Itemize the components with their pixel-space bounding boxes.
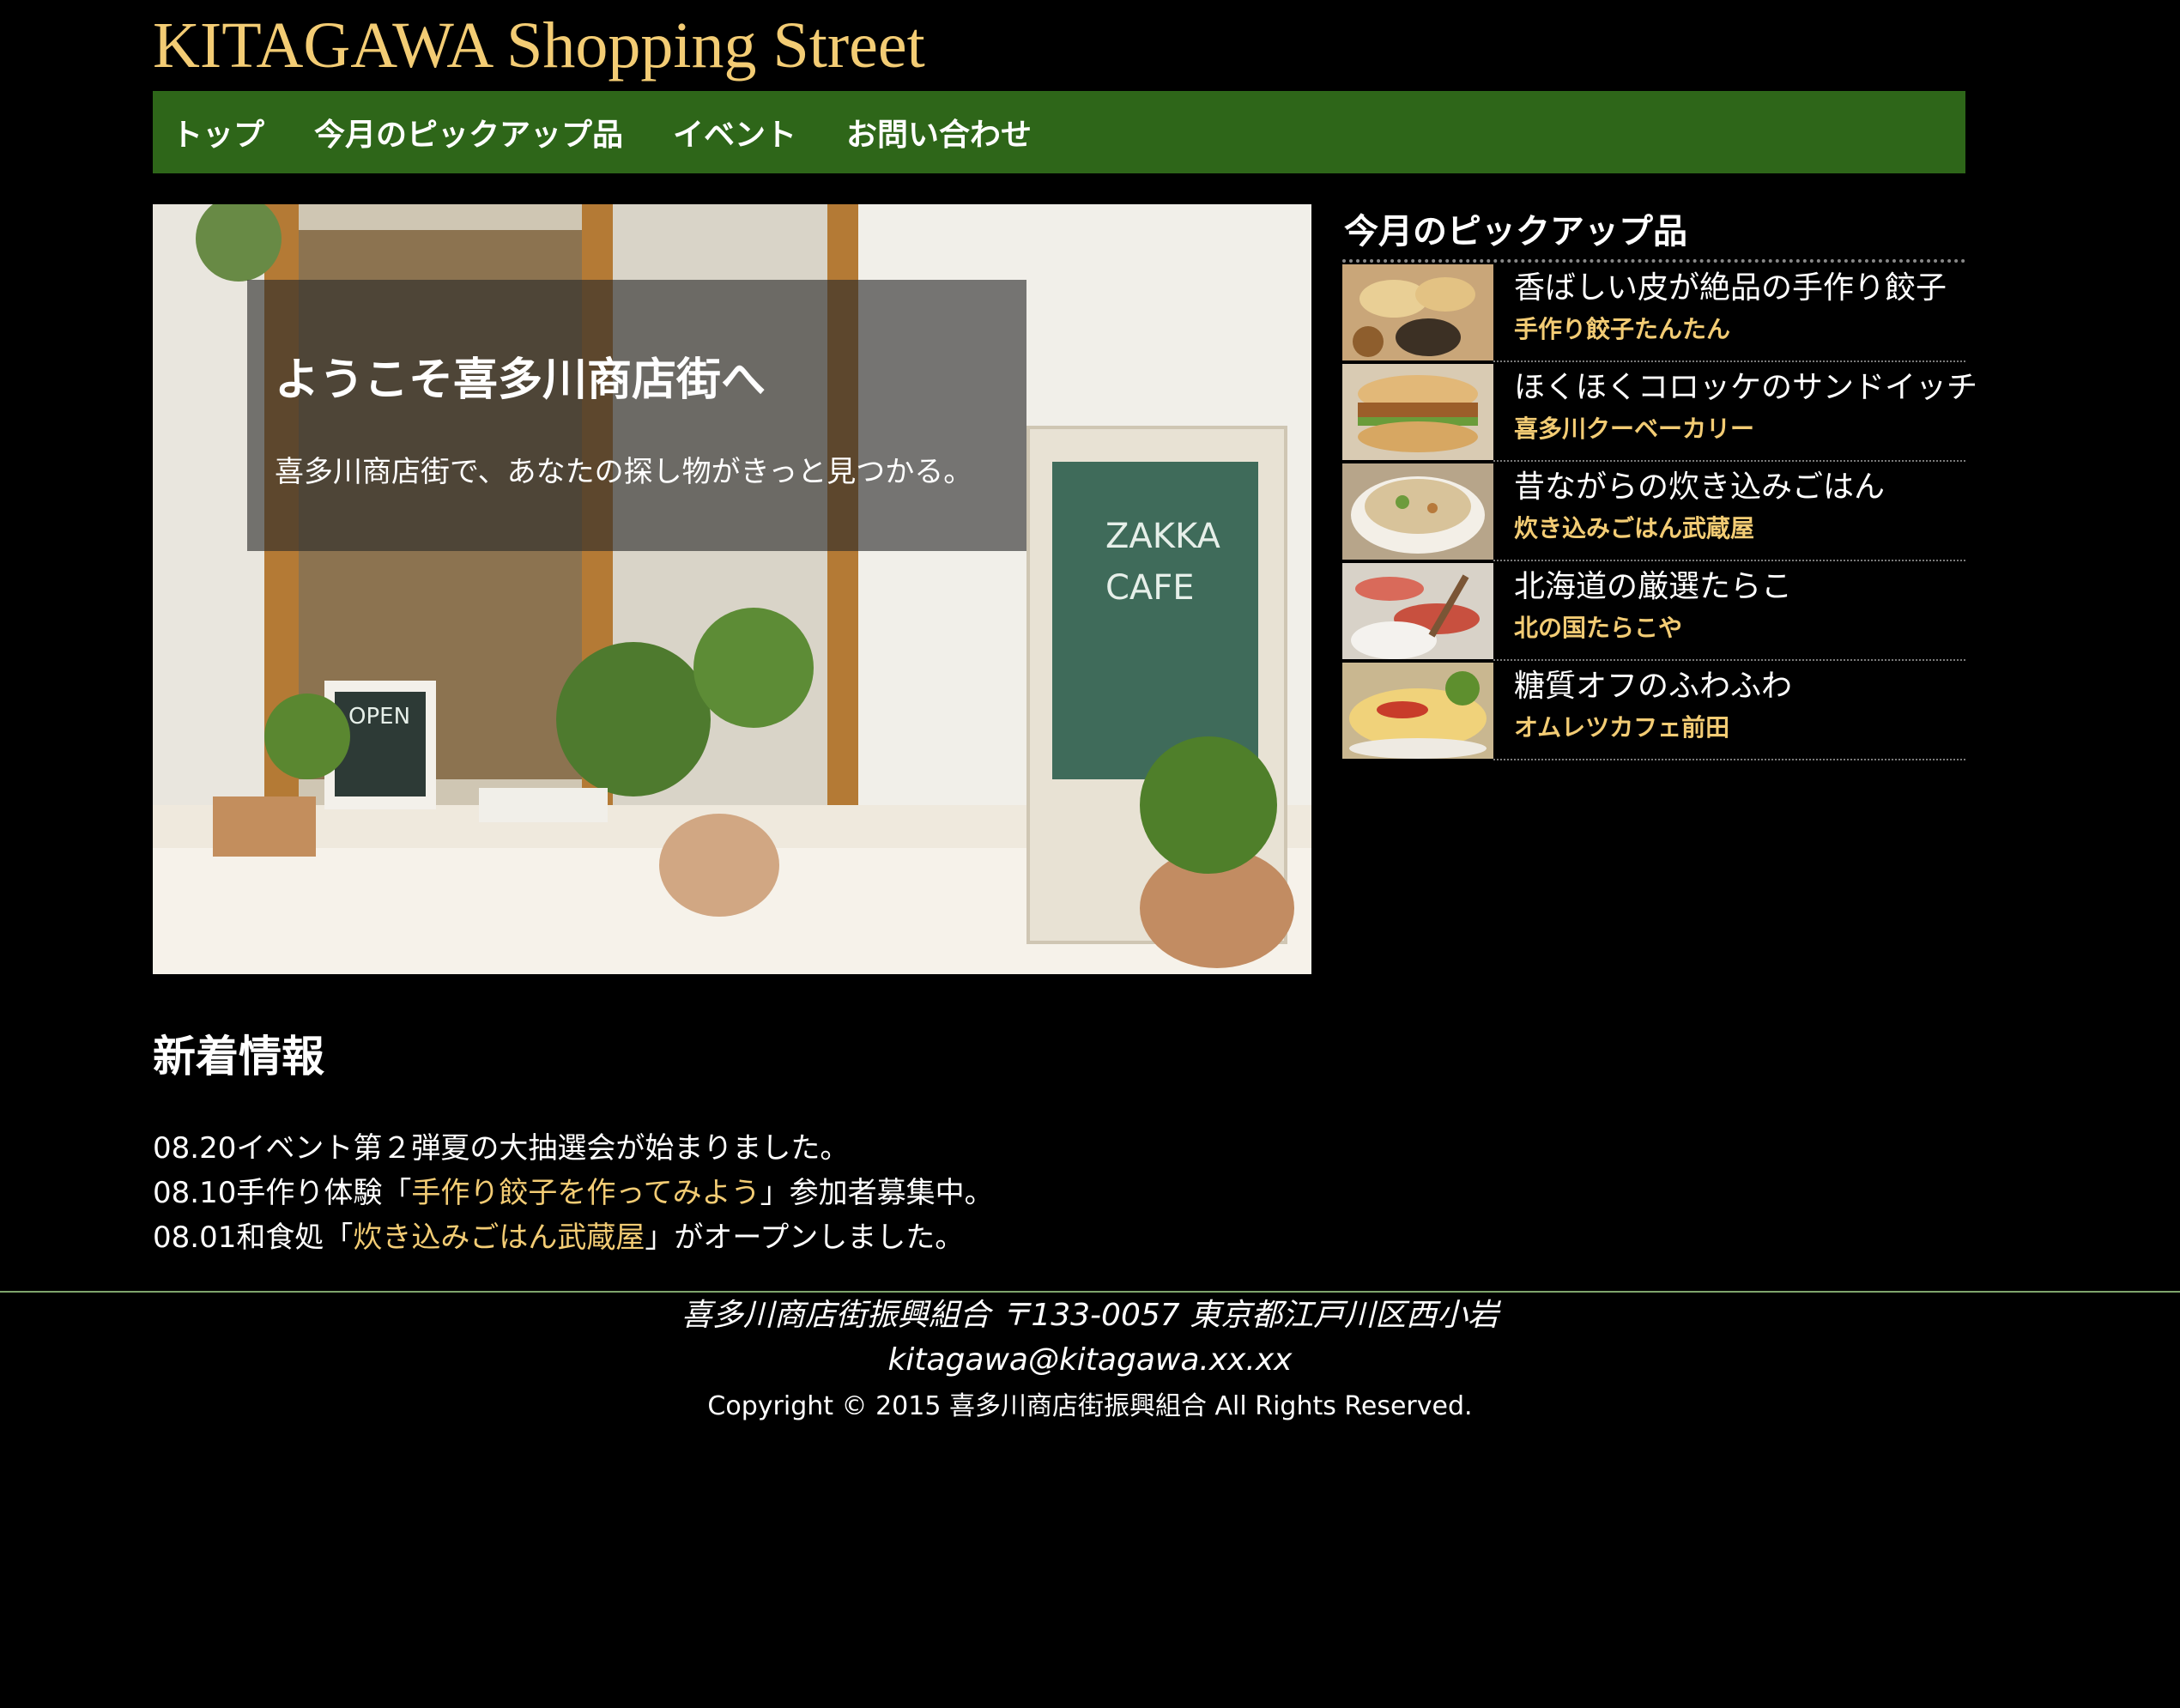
news-text: 」がオープンしました。 bbox=[645, 1220, 965, 1255]
nav-pickup[interactable]: 今月のピックアップ品 bbox=[314, 110, 623, 154]
footer-email: kitagawa@kitagawa.xx.xx bbox=[887, 1342, 1293, 1378]
news-link-gyoza-workshop[interactable]: 手作り餃子を作ってみよう bbox=[411, 1176, 760, 1210]
hero-title: ようこそ喜多川商店街へ bbox=[275, 354, 766, 406]
pickup-title: 今月のピックアップ品 bbox=[1342, 204, 1965, 263]
pickup-shop-name[interactable]: 喜多川クーベーカリー bbox=[1514, 410, 1754, 448]
news-list: 08.20イベント第２弾夏の大抽選会が始まりました。 08.10手作り体験「手作… bbox=[153, 1126, 994, 1260]
svg-text:OPEN: OPEN bbox=[348, 704, 410, 730]
news-link-musashiya[interactable]: 炊き込みごはん武蔵屋 bbox=[353, 1220, 645, 1255]
pickup-item-name[interactable]: ほくほくコロッケのサンドイッチ bbox=[1514, 366, 1977, 410]
pickup-item[interactable]: 糖質オフのふわふわ オムレツカフェ前田 bbox=[1342, 661, 1965, 760]
news-text: 08.01和食処「 bbox=[153, 1220, 354, 1255]
nav-top[interactable]: トップ bbox=[172, 110, 264, 154]
tarako-thumbnail[interactable] bbox=[1342, 563, 1493, 659]
pickup-item[interactable]: 香ばしい皮が絶品の手作り餃子 手作り餃子たんたん bbox=[1342, 263, 1965, 362]
hero-text: 喜多川商店街で、あなたの探し物がきっと見つかる。 bbox=[275, 455, 973, 489]
omelette-thumbnail[interactable] bbox=[1342, 663, 1493, 759]
news-title: 新着情報 bbox=[153, 1032, 324, 1081]
pickup-shop-name[interactable]: オムレツカフェ前田 bbox=[1514, 709, 1729, 747]
news-text: 」参加者募集中。 bbox=[760, 1176, 994, 1210]
news-item: 08.01和食処「炊き込みごはん武蔵屋」がオープンしました。 bbox=[153, 1215, 994, 1260]
pickup-item-name[interactable]: 北海道の厳選たらこ bbox=[1514, 565, 1792, 609]
takikomi-gohan-thumbnail[interactable] bbox=[1342, 463, 1493, 560]
news-item: 08.20イベント第２弾夏の大抽選会が始まりました。 bbox=[153, 1126, 994, 1171]
divider bbox=[1493, 759, 1965, 760]
pickup-item[interactable]: 北海道の厳選たらこ 北の国たらこや bbox=[1342, 561, 1965, 661]
pickup-shop-name[interactable]: 手作り餃子たんたん bbox=[1514, 311, 1730, 348]
footer-copyright: Copyright © 2015 喜多川商店街振興組合 All Rights R… bbox=[707, 1391, 1473, 1421]
hero-image: ZAKKA CAFE OPEN ようこそ喜多川商店街へ 喜多川商店街で、あなたの… bbox=[153, 204, 1311, 974]
pickup-shop-name[interactable]: 北の国たらこや bbox=[1514, 609, 1682, 647]
hero-caption-box: ようこそ喜多川商店街へ 喜多川商店街で、あなたの探し物がきっと見つかる。 bbox=[247, 280, 1026, 551]
croquette-sandwich-thumbnail[interactable] bbox=[1342, 364, 1493, 460]
nav-contact[interactable]: お問い合わせ bbox=[846, 110, 1032, 154]
gyoza-thumbnail[interactable] bbox=[1342, 264, 1493, 360]
pickup-sidebar: 今月のピックアップ品 香ばしい皮が絶品の手作り餃子 手作り餃子たんたん ほくほく… bbox=[1342, 204, 1977, 760]
news-text: 08.10手作り体験「 bbox=[153, 1176, 412, 1210]
pickup-item[interactable]: ほくほくコロッケのサンドイッチ 喜多川クーベーカリー bbox=[1342, 362, 1977, 462]
page: KITAGAWA Shopping Street トップ 今月のピックアップ品 … bbox=[0, 0, 2180, 1708]
footer-address: 喜多川商店街振興組合 〒133-0057 東京都江戸川区西小岩 bbox=[681, 1298, 1499, 1333]
pickup-shop-name[interactable]: 炊き込みごはん武蔵屋 bbox=[1514, 510, 1754, 548]
global-nav: トップ 今月のピックアップ品 イベント お問い合わせ bbox=[153, 91, 1965, 173]
svg-text:CAFE: CAFE bbox=[1105, 568, 1195, 608]
nav-event[interactable]: イベント bbox=[673, 110, 796, 154]
pickup-item-name[interactable]: 香ばしい皮が絶品の手作り餃子 bbox=[1514, 266, 1947, 311]
svg-text:ZAKKA: ZAKKA bbox=[1105, 517, 1221, 556]
pickup-item-name[interactable]: 糖質オフのふわふわ bbox=[1514, 664, 1792, 709]
pickup-item-name[interactable]: 昔ながらの炊き込みごはん bbox=[1514, 465, 1885, 510]
news-item: 08.10手作り体験「手作り餃子を作ってみよう」参加者募集中。 bbox=[153, 1171, 994, 1215]
news-text: 08.20イベント第２弾夏の大抽選会が始まりました。 bbox=[153, 1131, 850, 1166]
pickup-item[interactable]: 昔ながらの炊き込みごはん 炊き込みごはん武蔵屋 bbox=[1342, 462, 1965, 561]
site-title[interactable]: KITAGAWA Shopping Street bbox=[153, 5, 925, 87]
